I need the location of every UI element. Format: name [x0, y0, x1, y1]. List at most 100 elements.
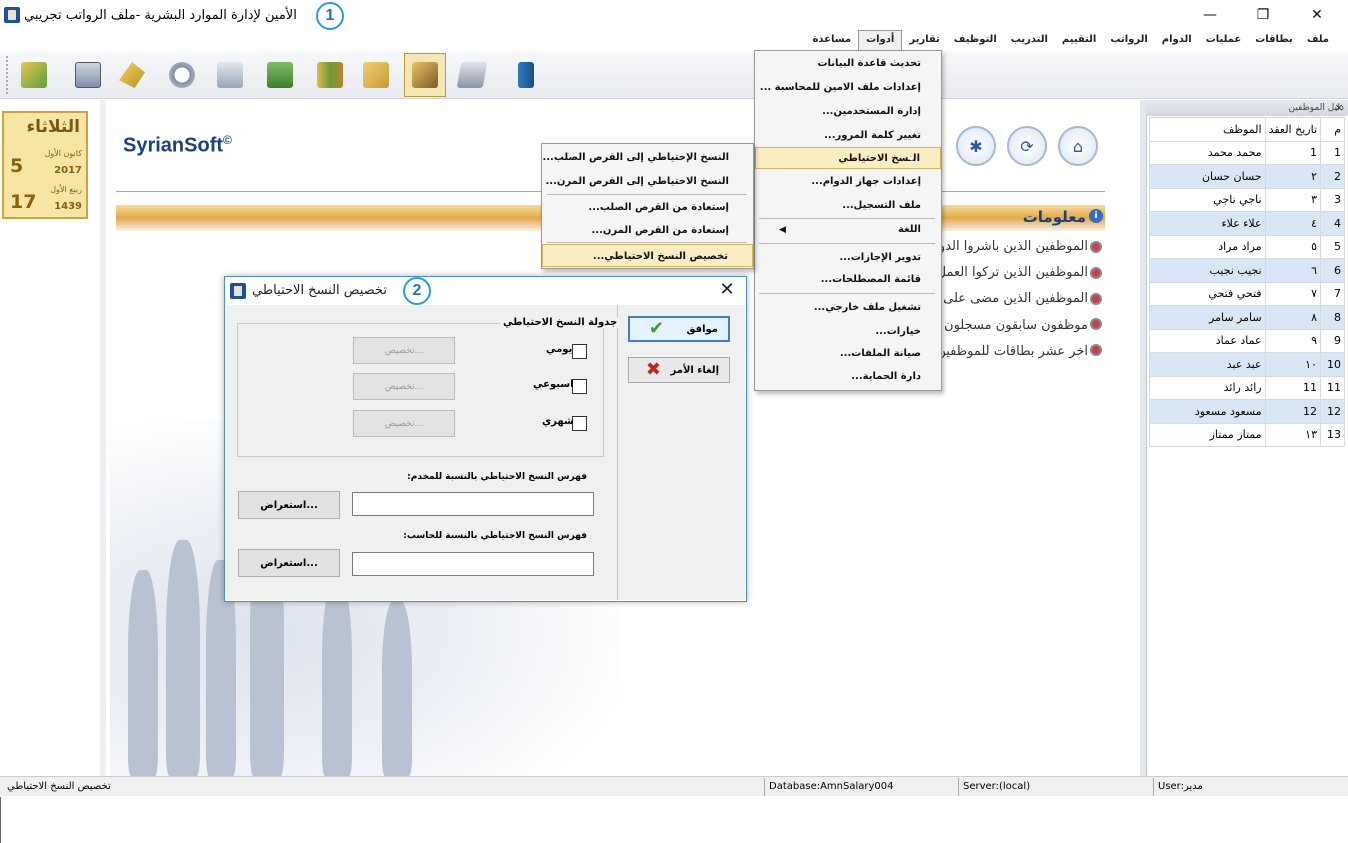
contract-date: ٧: [1264, 281, 1322, 306]
table-row[interactable]: 5 ٥ مراد مراد: [1149, 234, 1345, 259]
status-user: User:مدير: [1158, 781, 1203, 792]
menu-evaluation[interactable]: التقييم: [1055, 30, 1103, 50]
salary-calculator-icon[interactable]: [262, 55, 298, 95]
menu-item-log-file[interactable]: ملف التسجيل...: [755, 195, 941, 217]
menu-item-run-external[interactable]: تشغيل ملف خارجي...: [755, 297, 941, 319]
attendance-clock-icon[interactable]: [212, 55, 248, 95]
close-icon[interactable]: ×: [1331, 100, 1347, 116]
customize-daily-button[interactable]: تخصيص...: [353, 337, 455, 364]
row-number: 9: [1320, 328, 1345, 353]
employee-card-icon[interactable]: [70, 55, 106, 95]
cancel-button[interactable]: إلغاء الأمر ✖: [628, 357, 730, 383]
menu-item-file-maintenance[interactable]: صيانة الملفات...: [755, 343, 941, 365]
table-row[interactable]: 10 ١٠ عبد عبد: [1149, 352, 1345, 377]
menu-item-restore-hdd[interactable]: إستعادة من القرص الصلب...: [542, 196, 753, 219]
table-row[interactable]: 7 ٧ فتحي فتحي: [1149, 281, 1345, 306]
menu-item-options[interactable]: خيارات...: [755, 321, 941, 343]
menu-tools[interactable]: أدوات: [858, 30, 903, 50]
menu-item-manage-users[interactable]: إدارة المستخدمين...: [755, 101, 941, 123]
menu-item-attendance-device[interactable]: إعدادات جهاز الدوام...: [755, 171, 941, 193]
browse-local-button[interactable]: استعراض...: [238, 549, 340, 577]
menu-item-backup[interactable]: النسخ الاحتياطي ◂: [755, 147, 941, 169]
bottom-area: [0, 797, 1348, 843]
column-header[interactable]: تاريخ العقد: [1264, 117, 1322, 142]
table-row[interactable]: 6 ٦ نجيب نجيب: [1149, 258, 1345, 283]
menu-hiring[interactable]: التوظيف: [947, 30, 1004, 50]
menu-item-language[interactable]: اللغة ◀: [755, 219, 941, 241]
table-row[interactable]: 1 1 محمد محمد: [1149, 140, 1345, 165]
toolbar-grip[interactable]: [6, 56, 10, 94]
menu-separator: [759, 293, 935, 294]
row-number: 11: [1320, 375, 1345, 400]
menu-reports[interactable]: تقارير: [902, 30, 946, 50]
menu-salaries[interactable]: الرواتب: [1103, 30, 1154, 50]
table-row[interactable]: 8 ٨ سامر سامر: [1149, 305, 1345, 330]
table-row[interactable]: 9 ٩ عماد عماد: [1149, 328, 1345, 353]
app-logo-icon: [4, 7, 20, 23]
menu-item-restore-floppy[interactable]: إستعادة من القرص المرن...: [542, 219, 753, 242]
column-header[interactable]: الموظف: [1149, 117, 1266, 142]
person-silhouette: [382, 600, 412, 776]
employee-name: عبد عبد: [1149, 352, 1266, 377]
menu-file[interactable]: ملف: [1300, 30, 1336, 50]
home-icon[interactable]: ⌂: [1058, 126, 1098, 166]
menu-help[interactable]: مساعدة: [805, 30, 858, 50]
monthly-checkbox[interactable]: [572, 416, 587, 431]
books-icon[interactable]: [312, 55, 348, 95]
table-row[interactable]: 13 ١٣ ممتاز ممتاز: [1149, 422, 1345, 447]
server-path-input[interactable]: [352, 492, 594, 516]
refresh-icon[interactable]: ⟳: [1007, 126, 1047, 166]
minimize-button[interactable]: —: [1185, 0, 1235, 30]
menu-cards[interactable]: بطاقات: [1248, 30, 1300, 50]
employee-name: محمد محمد: [1149, 140, 1266, 165]
employee-name: حسان حسان: [1149, 164, 1266, 189]
menu-item-backup-hdd[interactable]: النسخ الإحتياطي إلى القرص الصلب...: [542, 146, 753, 169]
ok-button[interactable]: موافق ✔: [628, 316, 730, 342]
menu-attendance[interactable]: الدوام: [1155, 30, 1199, 50]
add-user-icon[interactable]: [114, 55, 150, 95]
browse-server-button[interactable]: استعراض...: [238, 491, 340, 519]
employee-name: ناجي ناجي: [1149, 187, 1266, 212]
menu-item-backup-floppy[interactable]: النسخ الاحتياطي إلى القرص المرن...: [542, 170, 753, 193]
menu-item-protection[interactable]: دارة الحماية...: [755, 366, 941, 388]
exit-door-icon[interactable]: [508, 55, 544, 95]
table-row[interactable]: 2 ٢ حسان حسان: [1149, 164, 1345, 189]
menu-item-rotate-leaves[interactable]: تدوير الإجازات...: [755, 247, 941, 269]
menu-operations[interactable]: عمليات: [1199, 30, 1249, 50]
contract-date: ٨: [1264, 305, 1322, 330]
calculator-icon[interactable]: [454, 55, 490, 95]
menu-training[interactable]: التدريب: [1004, 30, 1055, 50]
info-link-last-cards[interactable]: آخر عشر بطاقات للموظفين: [928, 344, 1088, 359]
refresh-folder-icon[interactable]: [16, 55, 52, 95]
row-number: 1: [1320, 140, 1345, 165]
menu-item-update-db[interactable]: تحديث قاعدة البيانات: [755, 53, 941, 75]
daily-checkbox[interactable]: [572, 344, 587, 359]
employees-folder-icon[interactable]: [404, 53, 446, 97]
customize-weekly-button[interactable]: تخصيص...: [353, 373, 455, 400]
table-row[interactable]: 11 11 رائد رائد: [1149, 375, 1345, 400]
folder-tag-icon[interactable]: [358, 55, 394, 95]
info-link-started[interactable]: الموظفين الذين باشروا الدوام: [928, 239, 1088, 254]
tools-menu: تحديث قاعدة البيانات إعدادات ملف الامين …: [754, 50, 942, 391]
menu-item-change-password[interactable]: تغيير كلمة المرور...: [755, 125, 941, 147]
column-header[interactable]: م: [1320, 117, 1345, 142]
close-button[interactable]: ✕: [1292, 0, 1342, 30]
close-icon[interactable]: ✕: [712, 278, 742, 302]
gear-icon[interactable]: ✱: [956, 126, 996, 166]
customize-monthly-button[interactable]: تخصيص...: [353, 410, 455, 437]
weekly-checkbox[interactable]: [572, 379, 587, 394]
maximize-button[interactable]: ❐: [1238, 0, 1288, 30]
local-path-input[interactable]: [352, 552, 594, 576]
table-row[interactable]: 4 ٤ علاء علاء: [1149, 211, 1345, 236]
info-link-left[interactable]: الموظفين الذين تركوا العمل: [928, 265, 1088, 280]
menu-item-terms-list[interactable]: قائمة المصطلحات...: [755, 269, 941, 291]
menu-item-accounting-settings[interactable]: إعدادات ملف الامين للمحاسبة ...: [755, 77, 941, 99]
monthly-label: شهري: [542, 416, 574, 427]
info-link-tenure[interactable]: الموظفين الذين مضى على: [928, 291, 1088, 306]
info-link-former[interactable]: موظفون سابقون مسجلون: [928, 318, 1088, 333]
clock-icon[interactable]: [164, 55, 200, 95]
table-row[interactable]: 3 ٣ ناجي ناجي: [1149, 187, 1345, 212]
table-row[interactable]: 12 12 مسعود مسعود: [1149, 399, 1345, 424]
menu-item-customize-backup[interactable]: تخصيص النسخ الاحتياطي...: [542, 244, 753, 267]
row-number: 10: [1320, 352, 1345, 377]
